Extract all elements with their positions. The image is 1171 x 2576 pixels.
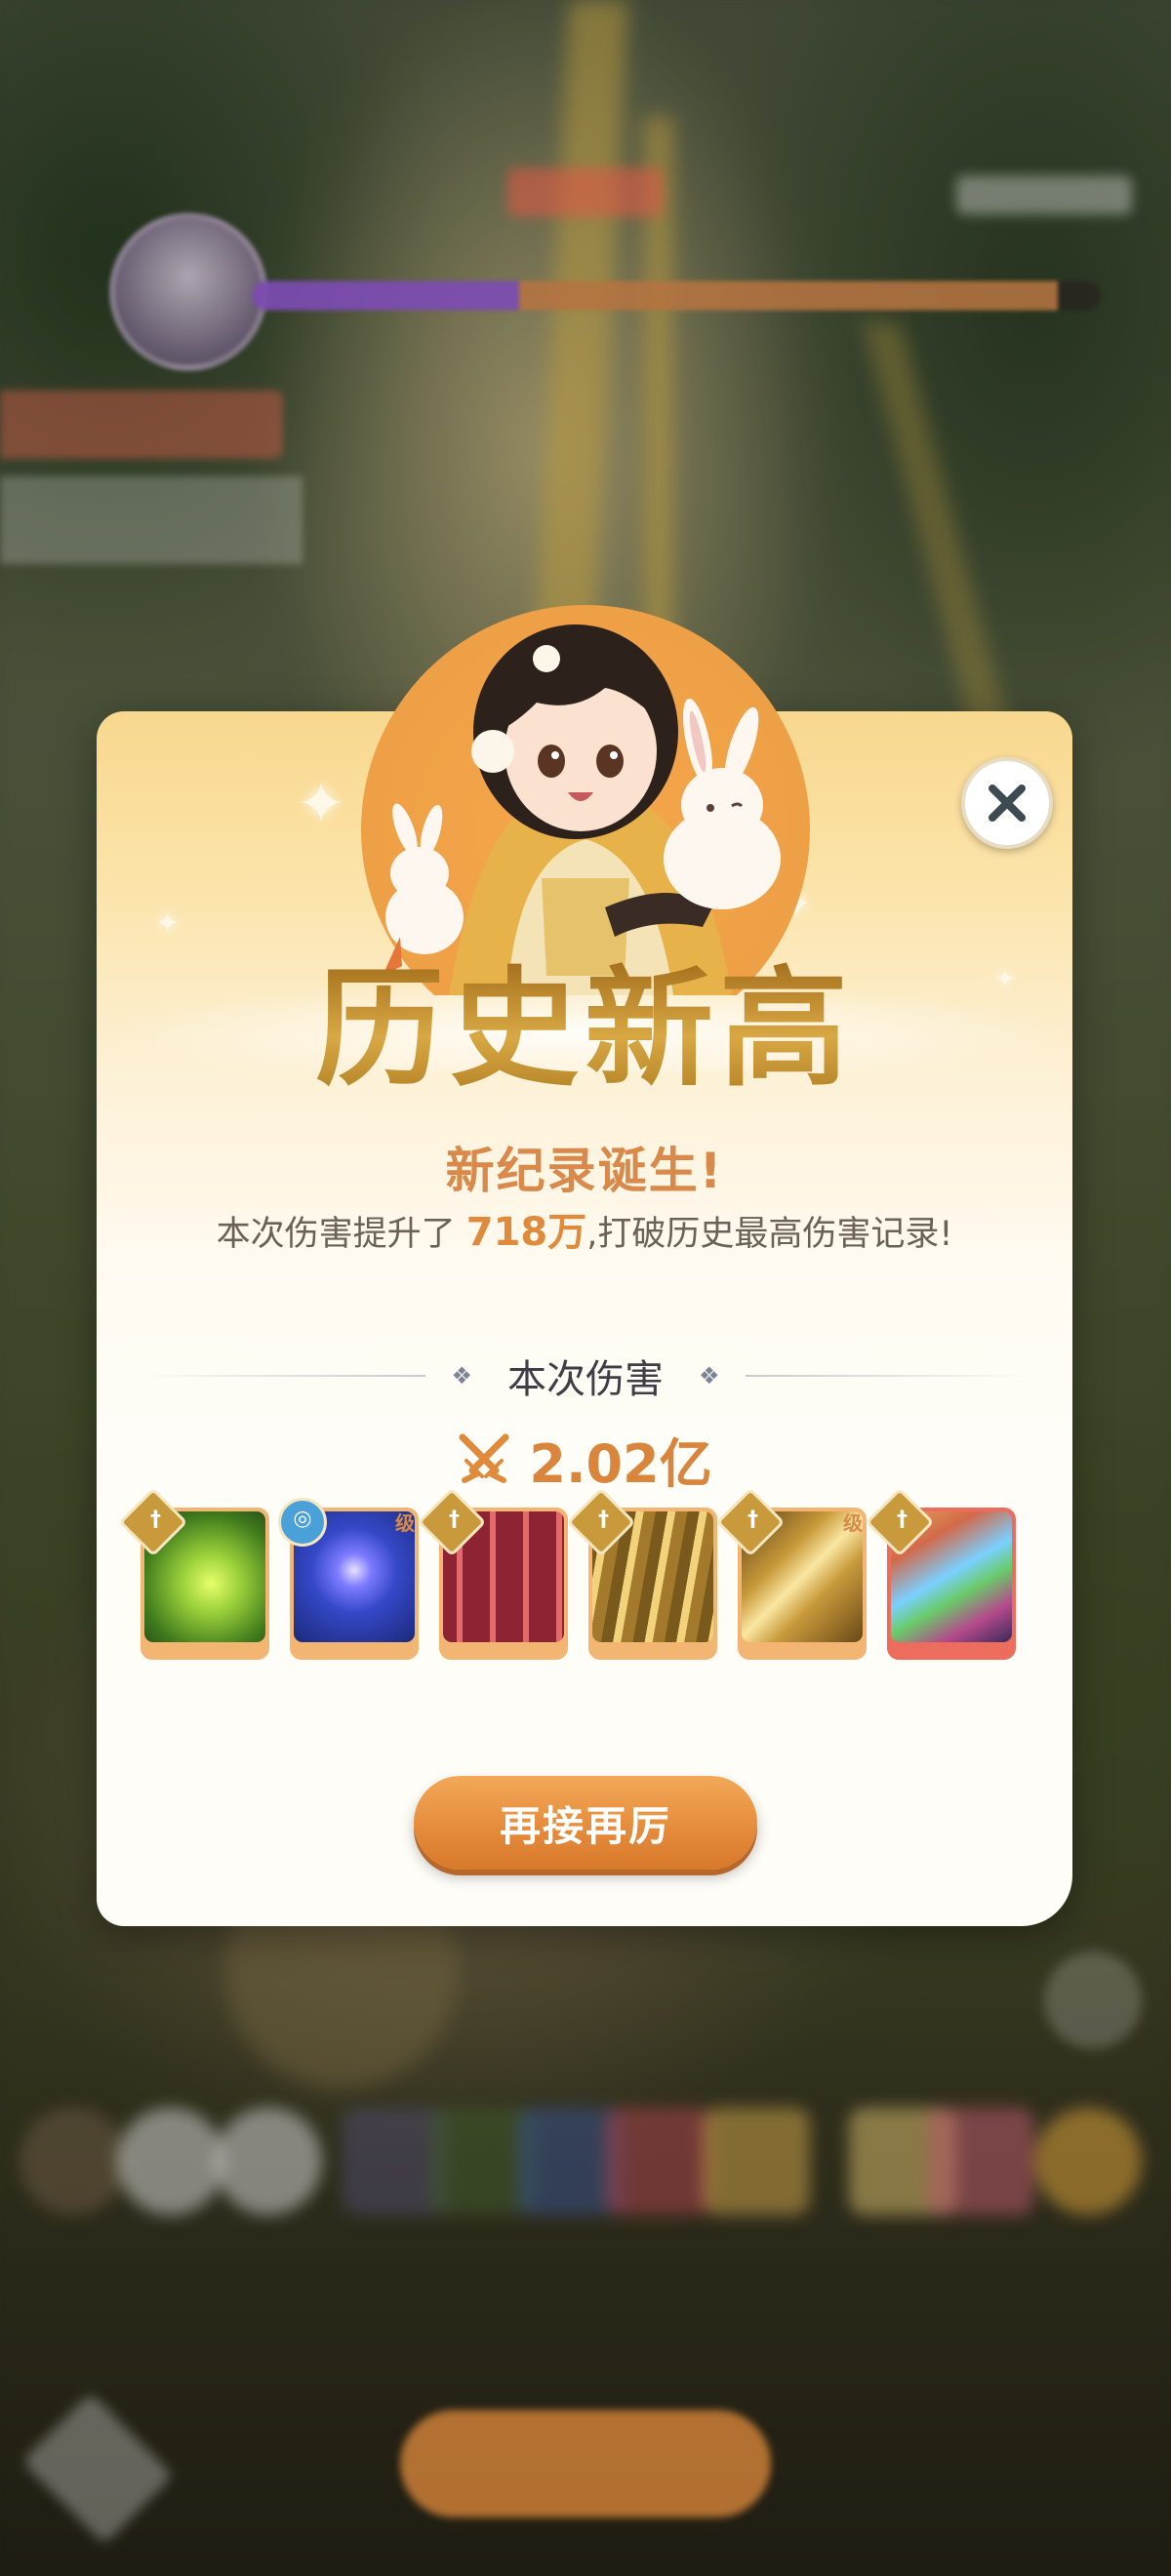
sparkle-icon: ✦ [155, 906, 181, 941]
skill-card-red-swords[interactable]: † [417, 1487, 568, 1660]
crossed-swords-icon [459, 1433, 509, 1483]
diamond-icon: ❖ [699, 1362, 720, 1389]
side-counter-blurred [0, 476, 303, 564]
skill-card-rainbow-streak[interactable]: † [865, 1487, 1016, 1660]
swirl-badge-icon: ◎ [278, 1498, 327, 1547]
skill-bar-blurred [20, 2098, 1151, 2225]
skill-card-blue-orb[interactable]: ◎ 级 [278, 1498, 419, 1660]
damage-increase-value: 718万 [465, 1210, 587, 1255]
skill-card-gold-blades[interactable]: † [566, 1487, 717, 1660]
diamond-icon: ❖ [451, 1362, 472, 1389]
record-description: 本次伤害提升了 718万,打破历史最高伤害记录! [97, 1200, 1072, 1257]
boss-name-blurred [507, 168, 664, 217]
desc-prefix: 本次伤害提升了 [216, 1215, 466, 1254]
sparkle-icon: ✦ [297, 770, 346, 838]
skill-tag: 级 [395, 1511, 415, 1535]
skill-card-gold-shard[interactable]: † 级 [715, 1487, 867, 1660]
skill-card-green-slash[interactable]: † [118, 1487, 269, 1660]
desc-suffix: ,打破历史最高伤害记录! [586, 1215, 953, 1254]
sparkle-icon: ✦ [780, 882, 813, 927]
skill-tag: 级 [843, 1511, 863, 1535]
retry-button-label: 再接再厉 [499, 1801, 671, 1850]
boss-avatar [109, 213, 267, 371]
close-icon [989, 785, 1026, 822]
section-header: ❖ 本次伤害 ❖ [137, 1342, 1034, 1410]
record-subtitle: 新纪录诞生! [445, 1143, 724, 1199]
total-damage: 2.02亿 [97, 1420, 1072, 1498]
skill-list: † ◎ 级 † † † 级 † [118, 1487, 1019, 1664]
page-title: 历史新高 [97, 956, 1072, 1103]
hud-label-blurred [956, 176, 1132, 215]
retry-button[interactable]: 再接再厉 [414, 1776, 757, 1870]
new-record-dialog: ✦ ✦ ✦ ✦ [97, 711, 1072, 1926]
damage-value: 2.02亿 [529, 1432, 712, 1495]
boss-hp-bar [252, 281, 1101, 310]
bottom-button-blurred [400, 2410, 771, 2517]
side-tag-blurred [0, 390, 283, 459]
section-label: 本次伤害 [507, 1357, 664, 1402]
close-button[interactable] [961, 757, 1053, 849]
speed-button-blurred [1044, 1952, 1142, 2049]
